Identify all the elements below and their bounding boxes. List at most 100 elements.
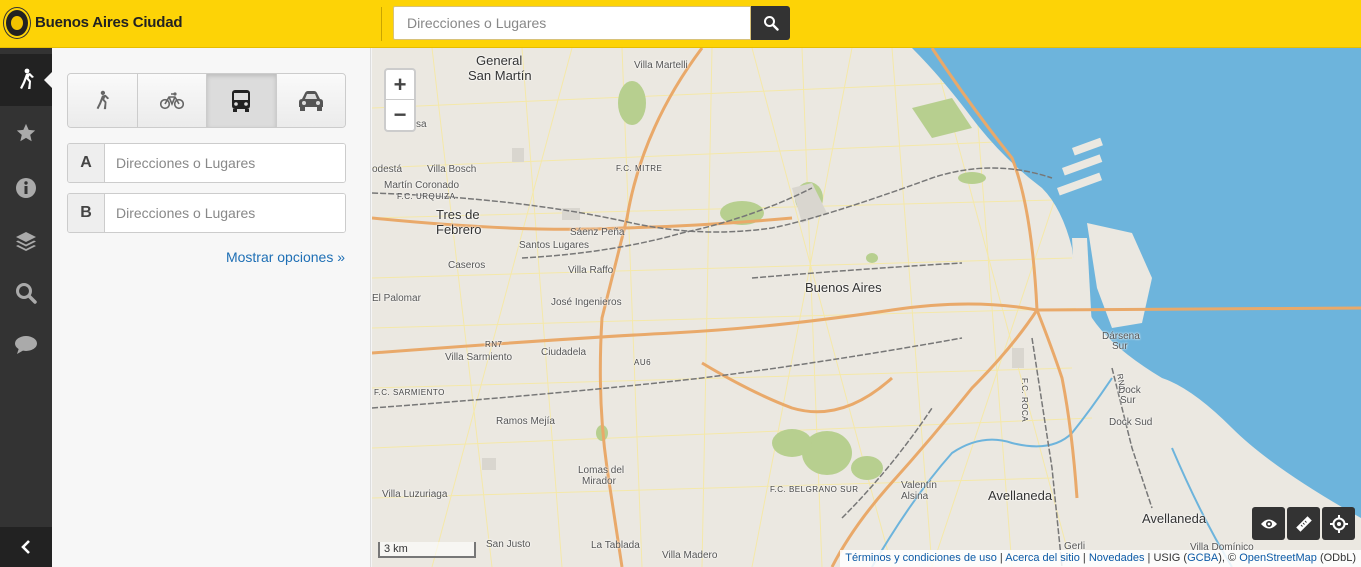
transport-mode-selector — [67, 73, 346, 128]
news-link[interactable]: Novedades — [1089, 552, 1145, 564]
zoom-in-button[interactable]: + — [386, 70, 414, 100]
brand-title[interactable]: Buenos Aires Ciudad — [35, 14, 183, 31]
nav-item-info[interactable] — [0, 162, 52, 214]
map-label: Villa Sarmiento — [445, 352, 513, 363]
view-toggle-button[interactable] — [1252, 507, 1285, 540]
map-label: Alsina — [901, 491, 929, 502]
walk-icon — [20, 68, 34, 89]
attribution-separator: | — [999, 552, 1003, 564]
map-label: Villa Luzuriaga — [382, 489, 448, 500]
nav-item-favorites[interactable] — [0, 107, 52, 159]
destination-row: B — [67, 193, 346, 233]
nav-item-layers[interactable] — [0, 215, 52, 267]
map-label: Ramos Mejía — [496, 416, 555, 427]
ruler-icon — [1295, 515, 1312, 532]
map-label: Ciudadela — [541, 347, 587, 358]
bike-icon — [159, 91, 184, 109]
map-label: Buenos Aires — [805, 280, 882, 295]
map-label: Santos Lugares — [519, 240, 590, 251]
map-label: F.C. BELGRANO SUR — [770, 485, 859, 494]
map-label: Martín Coronado — [384, 180, 460, 191]
map-tools — [1252, 507, 1355, 540]
map-label: Avellaneda — [988, 488, 1053, 503]
locate-me-button[interactable] — [1322, 507, 1355, 540]
comment-icon — [15, 336, 37, 354]
nav-item-feedback[interactable] — [0, 319, 52, 371]
odbl-text: (ODbL) — [1319, 552, 1356, 564]
walk-icon — [96, 90, 110, 109]
left-nav — [0, 48, 52, 567]
attribution-separator: | — [1082, 552, 1086, 564]
map-label: odestá — [372, 164, 403, 175]
terms-link[interactable]: Términos y condiciones de uso — [845, 552, 997, 564]
zoom-control: + − — [384, 68, 416, 132]
map-label: San Justo — [486, 539, 531, 550]
map-label: El Palomar — [372, 293, 421, 304]
origin-label: A — [68, 144, 105, 182]
map-label: F.C. ROCA — [1020, 378, 1029, 423]
show-options-link[interactable]: Mostrar opciones » — [226, 249, 345, 265]
map-label: AU6 — [634, 358, 652, 367]
origin-input[interactable] — [105, 144, 345, 182]
map-label: General — [476, 53, 523, 68]
map-label: José Ingenieros — [551, 297, 622, 308]
mode-bike-button[interactable] — [137, 74, 207, 127]
eye-icon — [1260, 519, 1277, 528]
header-divider — [381, 7, 382, 41]
search-icon — [16, 283, 37, 304]
mode-walk-button[interactable] — [68, 74, 138, 127]
city-logo-icon[interactable] — [4, 8, 30, 38]
map-label: Mirador — [582, 476, 616, 487]
mode-car-button[interactable] — [276, 74, 345, 127]
crosshair-icon — [1329, 514, 1348, 533]
bus-icon — [232, 89, 251, 112]
map-label: Tres de — [436, 207, 480, 222]
map-label: F.C. URQUIZA — [397, 192, 456, 201]
map-label: Caseros — [448, 260, 486, 271]
collapse-panel-button[interactable] — [0, 527, 52, 567]
gcba-link[interactable]: GCBA — [1187, 552, 1218, 564]
map-label: RN7 — [485, 340, 503, 349]
attribution-separator: | — [1147, 552, 1151, 564]
destination-label: B — [68, 194, 105, 232]
about-link[interactable]: Acerca del sitio — [1005, 552, 1080, 564]
map-label: Sur — [1112, 341, 1128, 352]
zoom-out-button[interactable]: − — [386, 100, 414, 130]
header-search — [393, 6, 790, 40]
map-label: F.C. MITRE — [616, 164, 663, 173]
map-label: Sur — [1120, 395, 1136, 406]
map-label: Villa Raffo — [568, 265, 614, 276]
destination-input[interactable] — [105, 194, 345, 232]
nav-item-search[interactable] — [0, 267, 52, 319]
map-label: Villa Martelli — [634, 60, 688, 71]
map-tiles — [372, 48, 1361, 567]
map-label: San Martín — [468, 68, 532, 83]
map-label: La Tablada — [591, 540, 640, 551]
search-input[interactable] — [393, 6, 751, 40]
map-label: Sáenz Peña — [570, 227, 625, 238]
map-label: Villa Bosch — [427, 164, 477, 175]
origin-row: A — [67, 143, 346, 183]
map-label: Febrero — [436, 222, 482, 237]
header-bar: Buenos Aires Ciudad — [0, 0, 1361, 48]
layers-icon — [16, 232, 36, 251]
map-label: Dock Sud — [1109, 417, 1153, 428]
chevron-left-icon — [21, 540, 30, 554]
search-button[interactable] — [751, 6, 790, 40]
usig-text: USIG ( — [1153, 552, 1188, 564]
search-icon — [763, 16, 779, 31]
measure-button[interactable] — [1287, 507, 1320, 540]
car-icon — [298, 90, 323, 111]
info-icon — [16, 178, 36, 198]
map-label: Valentín — [901, 480, 937, 491]
star-icon — [16, 123, 36, 142]
map-view[interactable]: General San Martín Villa Martelli Hermos… — [372, 48, 1361, 567]
nav-item-directions[interactable] — [0, 54, 52, 106]
mode-bus-button[interactable] — [207, 74, 277, 127]
openstreetmap-link[interactable]: OpenStreetMap — [1239, 552, 1317, 564]
map-label: Lomas del — [578, 465, 625, 476]
osm-prefix: ), © — [1218, 552, 1237, 564]
map-label: Avellaneda — [1142, 511, 1207, 526]
map-label: Villa Madero — [662, 550, 718, 561]
directions-panel: A B Mostrar opciones » — [52, 48, 371, 567]
